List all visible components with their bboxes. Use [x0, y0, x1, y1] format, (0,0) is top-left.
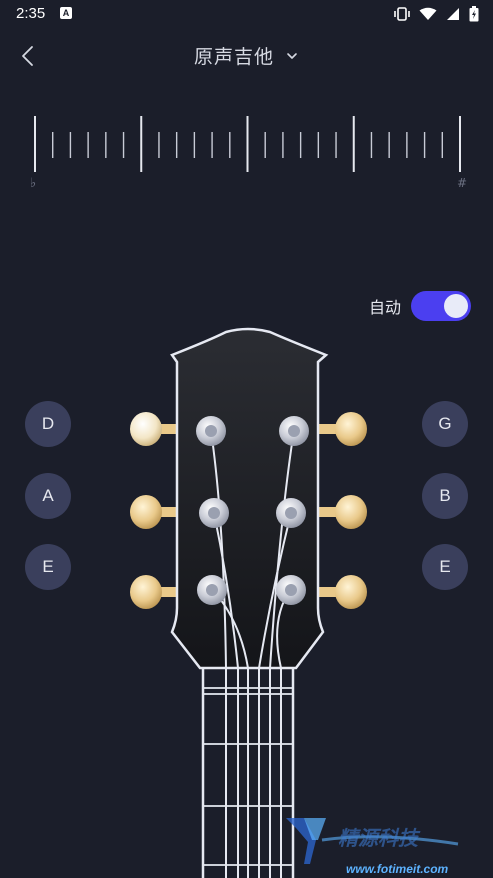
status-bar: 2:35 A	[0, 0, 493, 28]
chevron-down-icon	[287, 52, 297, 59]
wifi-icon	[419, 7, 437, 20]
tuning-peg-g[interactable]	[335, 412, 367, 446]
tuning-peg-a[interactable]	[130, 495, 162, 529]
tuning-peg-e-high[interactable]	[335, 575, 367, 609]
string-button-e-low[interactable]: E	[25, 544, 71, 590]
page-title: 原声吉他	[193, 46, 274, 68]
status-icons	[394, 6, 479, 22]
status-time: 2:35	[16, 5, 46, 22]
tuning-peg-e-low[interactable]	[130, 575, 162, 609]
flat-symbol: ♭	[30, 176, 37, 191]
app-notification-icon: A	[60, 7, 72, 19]
string-button-b[interactable]: B	[422, 473, 468, 519]
sharp-symbol: #	[457, 176, 468, 190]
auto-label: 自动	[368, 298, 401, 317]
string-button-a[interactable]: A	[25, 473, 71, 519]
watermark-url: www.fotimeit.com	[346, 862, 449, 876]
tuning-peg-b[interactable]	[335, 495, 367, 529]
guitar-headstock	[130, 327, 367, 878]
battery-icon	[469, 6, 479, 22]
string-button-d[interactable]: D	[25, 401, 71, 447]
watermark-text: 精源科技	[338, 826, 418, 850]
top-bar: 原声吉他	[0, 28, 493, 82]
tuner-scale	[34, 116, 461, 172]
headstock-body	[170, 327, 329, 670]
vibrate-icon	[394, 7, 410, 21]
auto-mode-row: 自动	[369, 291, 471, 321]
string-button-e-high[interactable]: E	[422, 544, 468, 590]
string-button-g[interactable]: G	[422, 401, 468, 447]
tuning-peg-d[interactable]	[130, 412, 162, 446]
signal-icon	[447, 8, 459, 20]
auto-toggle[interactable]	[411, 291, 471, 321]
toggle-knob	[444, 294, 468, 318]
instrument-selector[interactable]: 原声吉他	[0, 42, 493, 69]
